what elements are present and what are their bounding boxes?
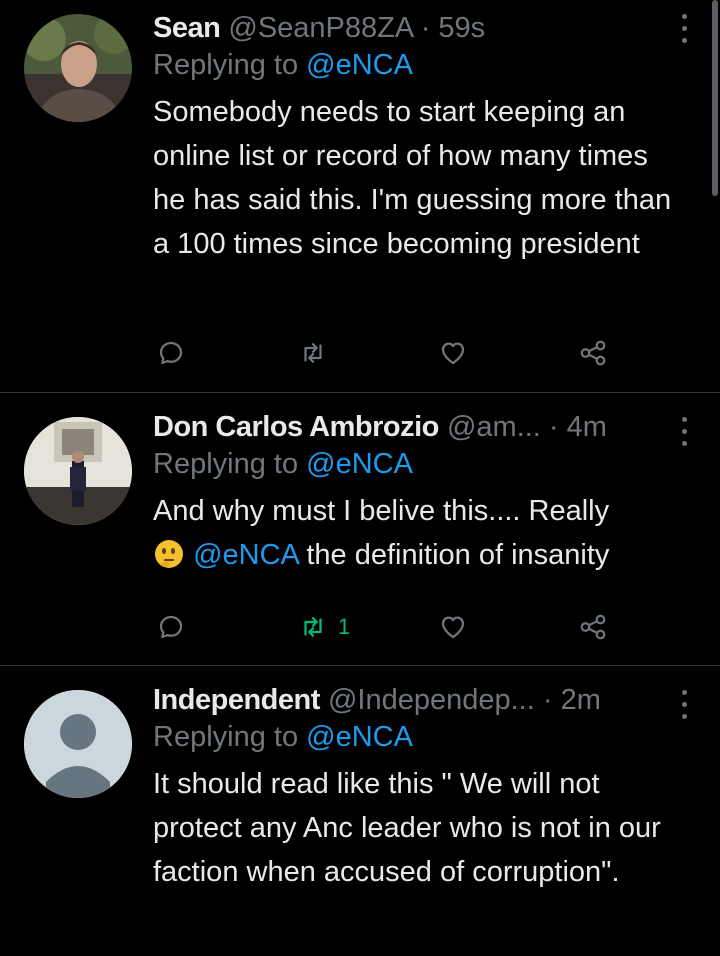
text-mention[interactable]: @eNCA	[193, 539, 298, 571]
replying-to: Replying to @eNCA	[153, 718, 680, 756]
display-name[interactable]: Independent	[153, 684, 320, 716]
share-icon	[580, 614, 606, 640]
tweet-3[interactable]: Independent @Independep... · 2m Replying…	[0, 666, 720, 956]
tweet-header: Sean @SeanP88ZA · 59s	[153, 10, 680, 46]
more-icon[interactable]	[674, 415, 694, 449]
tweet-header: Independent @Independep... · 2m	[153, 682, 680, 718]
reply-prefix: Replying to	[153, 49, 299, 81]
handle[interactable]: @Independep...	[328, 684, 535, 716]
reply-mention[interactable]: @eNCA	[306, 448, 413, 480]
separator: ·	[542, 684, 553, 716]
reply-button[interactable]	[156, 607, 186, 647]
retweet-icon	[304, 343, 322, 363]
retweet-icon	[304, 617, 322, 637]
share-icon	[580, 340, 606, 366]
share-button[interactable]	[578, 333, 608, 373]
action-bar: 1	[0, 607, 720, 647]
thinking-face-emoji	[153, 538, 185, 570]
tweet-header: Don Carlos Ambrozio @am... · 4m	[153, 409, 680, 445]
separator: ·	[548, 411, 559, 443]
action-bar	[0, 333, 720, 373]
reply-mention[interactable]: @eNCA	[306, 721, 413, 753]
like-button[interactable]	[438, 607, 468, 647]
retweet-button[interactable]	[298, 333, 338, 373]
handle[interactable]: @SeanP88ZA	[228, 12, 412, 44]
tweet-text: Somebody needs to start keeping an onlin…	[153, 96, 672, 260]
text-segment: And why must I belive this.... Really	[153, 495, 610, 527]
avatar-don-carlos[interactable]	[24, 417, 132, 525]
reply-icon	[159, 341, 183, 365]
retweet-count: 1	[338, 614, 351, 639]
retweet-button[interactable]: 1	[298, 607, 350, 647]
replying-to: Replying to @eNCA	[153, 46, 680, 84]
like-icon	[441, 342, 465, 365]
share-button[interactable]	[578, 607, 608, 647]
text-segment: the definition of insanity	[306, 539, 610, 571]
replying-to: Replying to @eNCA	[153, 445, 680, 483]
like-icon	[441, 616, 465, 639]
reply-icon	[159, 615, 183, 639]
separator: ·	[420, 12, 431, 44]
tweet-text: And why must I belive this.... Really @e…	[153, 489, 680, 577]
timestamp[interactable]: 2m	[561, 684, 601, 716]
tweet-1[interactable]: Sean @SeanP88ZA · 59s Replying to @eNCA …	[0, 0, 720, 392]
like-button[interactable]	[438, 333, 468, 373]
avatar-default[interactable]	[24, 690, 132, 798]
handle[interactable]: @am...	[447, 411, 541, 443]
avatar-sean[interactable]	[24, 14, 132, 122]
more-icon[interactable]	[674, 12, 694, 46]
more-icon[interactable]	[674, 688, 694, 722]
reply-button[interactable]	[156, 333, 186, 373]
timestamp[interactable]: 59s	[438, 12, 485, 44]
reply-prefix: Replying to	[153, 448, 299, 480]
reply-prefix: Replying to	[153, 721, 299, 753]
tweet-text: It should read like this " We will not p…	[153, 768, 661, 888]
display-name[interactable]: Sean	[153, 12, 221, 44]
display-name[interactable]: Don Carlos Ambrozio	[153, 411, 439, 443]
tweet-2[interactable]: Don Carlos Ambrozio @am... · 4m Replying…	[0, 393, 720, 665]
reply-mention[interactable]: @eNCA	[306, 49, 413, 81]
timestamp[interactable]: 4m	[567, 411, 607, 443]
